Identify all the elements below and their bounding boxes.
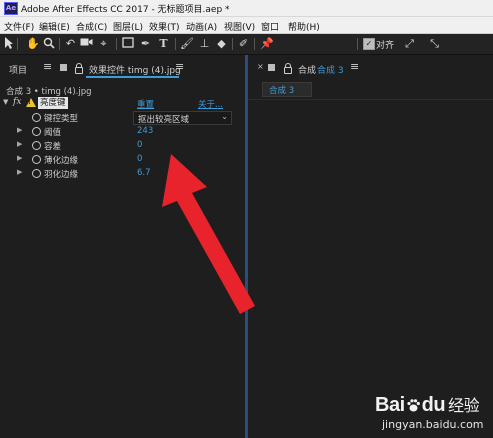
annotation-arrow (162, 154, 255, 314)
baidu-watermark-logo: Bai du 经验 (375, 392, 480, 417)
watermark-suffix: 经验 (448, 398, 480, 415)
watermark-url: jingyan.baidu.com (382, 418, 484, 431)
paw-icon (406, 396, 421, 412)
watermark-brand-left: Bai (375, 394, 405, 416)
watermark-brand-right: du (421, 394, 446, 416)
